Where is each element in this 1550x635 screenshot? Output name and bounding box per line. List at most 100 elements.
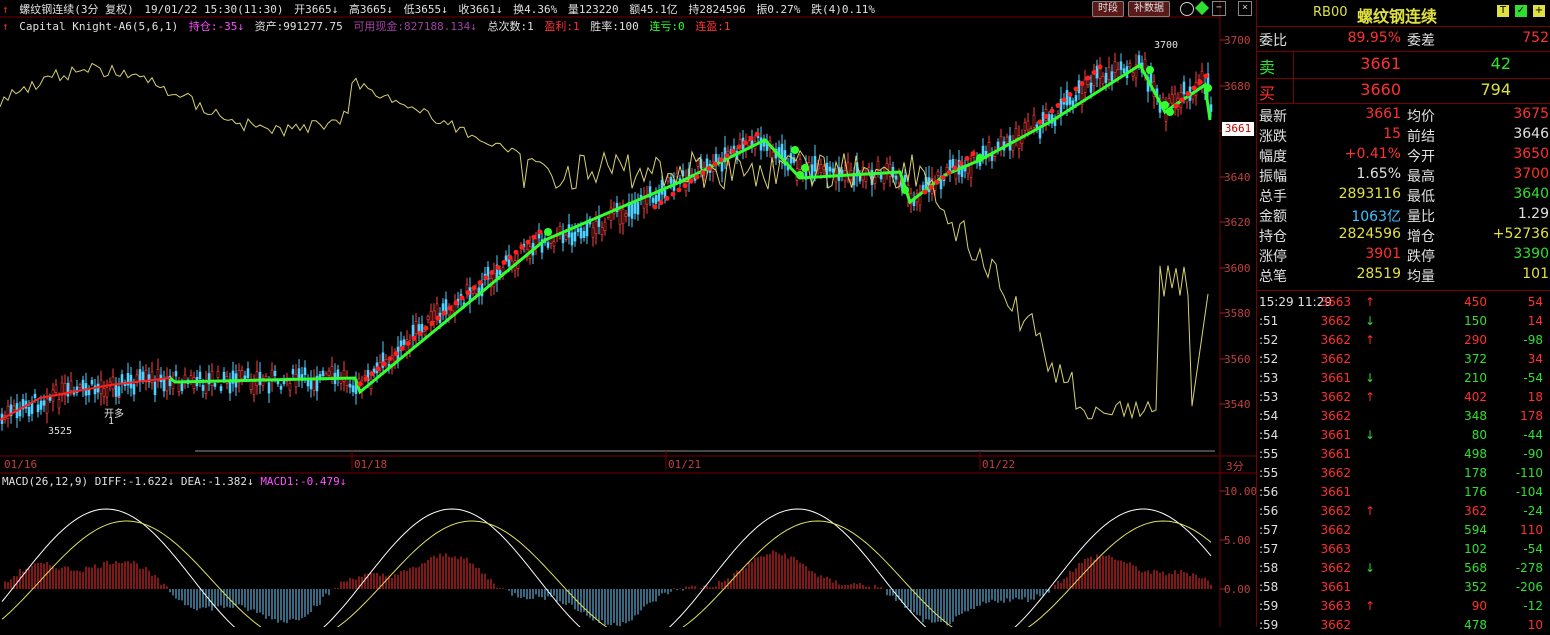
- tick-row[interactable]: :55 3662 178 -110: [1257, 464, 1550, 483]
- tick-row[interactable]: :59 3662 478 10: [1257, 616, 1550, 635]
- tick-volume: 568: [1464, 561, 1487, 575]
- bid-label: 买: [1259, 84, 1276, 103]
- stat-label: 前结: [1407, 129, 1435, 145]
- minimize-button[interactable]: −: [1212, 1, 1226, 16]
- bid-row[interactable]: 买 3660 794: [1257, 80, 1550, 104]
- tick-row[interactable]: :58 3662 ↓ 568 -278: [1257, 559, 1550, 578]
- instrument-datetime: 19/01/22 15:30(11:30): [144, 3, 284, 16]
- tick-price: 3662: [1320, 333, 1351, 347]
- stat-value: 3646: [1513, 126, 1549, 142]
- tick-direction-icon: ↑: [1365, 390, 1376, 404]
- plus-icon[interactable]: +: [1533, 5, 1545, 17]
- stat-row: 振幅 1.65% 最高 3700: [1257, 166, 1550, 186]
- tick-row[interactable]: :51 3662 ↓ 150 14: [1257, 312, 1550, 331]
- tick-row[interactable]: :55 3661 498 -90: [1257, 445, 1550, 464]
- tick-time: :55: [1259, 466, 1279, 480]
- quantity-annotation: 1: [108, 416, 115, 427]
- stat-label: 增仓: [1407, 229, 1435, 245]
- stat-label: 持仓: [1259, 229, 1287, 245]
- order-ratio-label: 委比: [1259, 33, 1287, 49]
- macd-info-bar: MACD(26,12,9) DIFF:-1.622↓ DEA:-1.382↓ M…: [2, 475, 346, 488]
- date-tick: 01/16: [4, 458, 38, 471]
- tick-row[interactable]: :58 3661 352 -206: [1257, 578, 1550, 597]
- stat-label: 均价: [1407, 109, 1435, 125]
- tick-row[interactable]: :57 3662 594 110: [1257, 521, 1550, 540]
- tick-change: 14: [1527, 314, 1543, 328]
- tick-row[interactable]: 15:29 11:29 3663 ↑ 450 54: [1257, 293, 1550, 312]
- stat-value: 3661: [1365, 106, 1401, 122]
- time-period-button[interactable]: 时段: [1092, 1, 1124, 17]
- tick-time: :56: [1259, 485, 1279, 499]
- stat-value: 3675: [1513, 106, 1549, 122]
- macd-tick: 0.00: [1224, 583, 1251, 596]
- price-tick: 3600: [1224, 262, 1251, 275]
- stat-row: 总笔 28519 均量 101: [1257, 266, 1550, 286]
- settings-circle-icon[interactable]: [1180, 2, 1194, 16]
- tick-price: 3661: [1320, 428, 1351, 442]
- stat-label: 量比: [1407, 209, 1435, 225]
- tick-price: 3663: [1320, 295, 1351, 309]
- tick-time: :58: [1259, 580, 1279, 594]
- stat-label: 总笔: [1259, 269, 1287, 285]
- tick-price: 3662: [1320, 352, 1351, 366]
- stat-label: 最高: [1407, 169, 1435, 185]
- kline-chart-area[interactable]: ↑ 螺纹钢连续(3分 复权) 19/01/22 15:30(11:30) 开36…: [0, 0, 1257, 627]
- macd-label: MACD(26,12,9): [2, 475, 89, 488]
- bid-volume: 794: [1480, 80, 1511, 99]
- tick-direction-icon: ↓: [1365, 314, 1376, 328]
- tick-price: 3662: [1320, 409, 1351, 423]
- amount: 额45.1亿: [629, 3, 678, 16]
- tick-row[interactable]: :52 3662 ↑ 290 -98: [1257, 331, 1550, 350]
- tick-time: :53: [1259, 371, 1279, 385]
- date-tick: 01/22: [982, 458, 1016, 471]
- check-icon[interactable]: ✓: [1515, 5, 1527, 17]
- kline-chart[interactable]: [0, 0, 1256, 627]
- tick-time: :56: [1259, 504, 1279, 518]
- stat-value: 1.65%: [1356, 166, 1401, 182]
- tick-row[interactable]: :56 3662 ↑ 362 -24: [1257, 502, 1550, 521]
- price-tick: 3580: [1224, 307, 1251, 320]
- tick-volume: 90: [1471, 599, 1487, 613]
- position: 持2824596: [688, 3, 746, 16]
- high-price: 高3665↓: [348, 3, 393, 16]
- close-icon[interactable]: ×: [1238, 1, 1252, 16]
- current-price-marker: 3661: [1222, 122, 1254, 136]
- quote-code: RB00: [1313, 5, 1348, 20]
- tick-row[interactable]: :54 3661 ↓ 80 -44: [1257, 426, 1550, 445]
- stat-value: 1.29: [1517, 206, 1549, 222]
- price-tick: 3560: [1224, 353, 1251, 366]
- tick-change: -24: [1523, 504, 1543, 518]
- ask-row[interactable]: 卖 3661 42: [1257, 54, 1550, 78]
- macd-value: MACD1:-0.479↓: [260, 475, 347, 488]
- tick-row[interactable]: :53 3661 ↓ 210 -54: [1257, 369, 1550, 388]
- tick-volume: 478: [1464, 618, 1487, 632]
- tick-row[interactable]: :52 3662 372 34: [1257, 350, 1550, 369]
- stat-label: 今开: [1407, 149, 1435, 165]
- instrument-symbol: 螺纹钢连续(3分 复权): [19, 3, 134, 16]
- tick-change: 54: [1527, 295, 1543, 309]
- stat-value: 1063亿: [1351, 209, 1401, 225]
- order-ratio-value: 89.95%: [1347, 30, 1401, 46]
- tick-row[interactable]: :53 3662 ↑ 402 18: [1257, 388, 1550, 407]
- ask-volume: 42: [1490, 54, 1511, 73]
- macd-dea: DEA:-1.382↓: [180, 475, 254, 488]
- tick-time: :54: [1259, 428, 1279, 442]
- tick-row[interactable]: :57 3663 102 -54: [1257, 540, 1550, 559]
- fill-data-button[interactable]: 补数据: [1128, 1, 1170, 17]
- tick-row[interactable]: :54 3662 348 178: [1257, 407, 1550, 426]
- tick-volume: 362: [1464, 504, 1487, 518]
- tick-volume: 178: [1464, 466, 1487, 480]
- tick-time: :55: [1259, 447, 1279, 461]
- tick-row[interactable]: :56 3661 176 -104: [1257, 483, 1550, 502]
- tick-change: 110: [1520, 523, 1543, 537]
- tick-price: 3662: [1320, 523, 1351, 537]
- volume: 量123220: [567, 3, 619, 16]
- stat-label: 振幅: [1259, 169, 1287, 185]
- stat-row: 总手 2893116 最低 3640: [1257, 186, 1550, 206]
- stat-row: 幅度 +0.41% 今开 3650: [1257, 146, 1550, 166]
- stat-value: 28519: [1356, 266, 1401, 282]
- tick-row[interactable]: :59 3663 ↑ 90 -12: [1257, 597, 1550, 616]
- t-icon[interactable]: T: [1497, 5, 1509, 17]
- tick-price: 3661: [1320, 371, 1351, 385]
- tick-change: 10: [1527, 618, 1543, 632]
